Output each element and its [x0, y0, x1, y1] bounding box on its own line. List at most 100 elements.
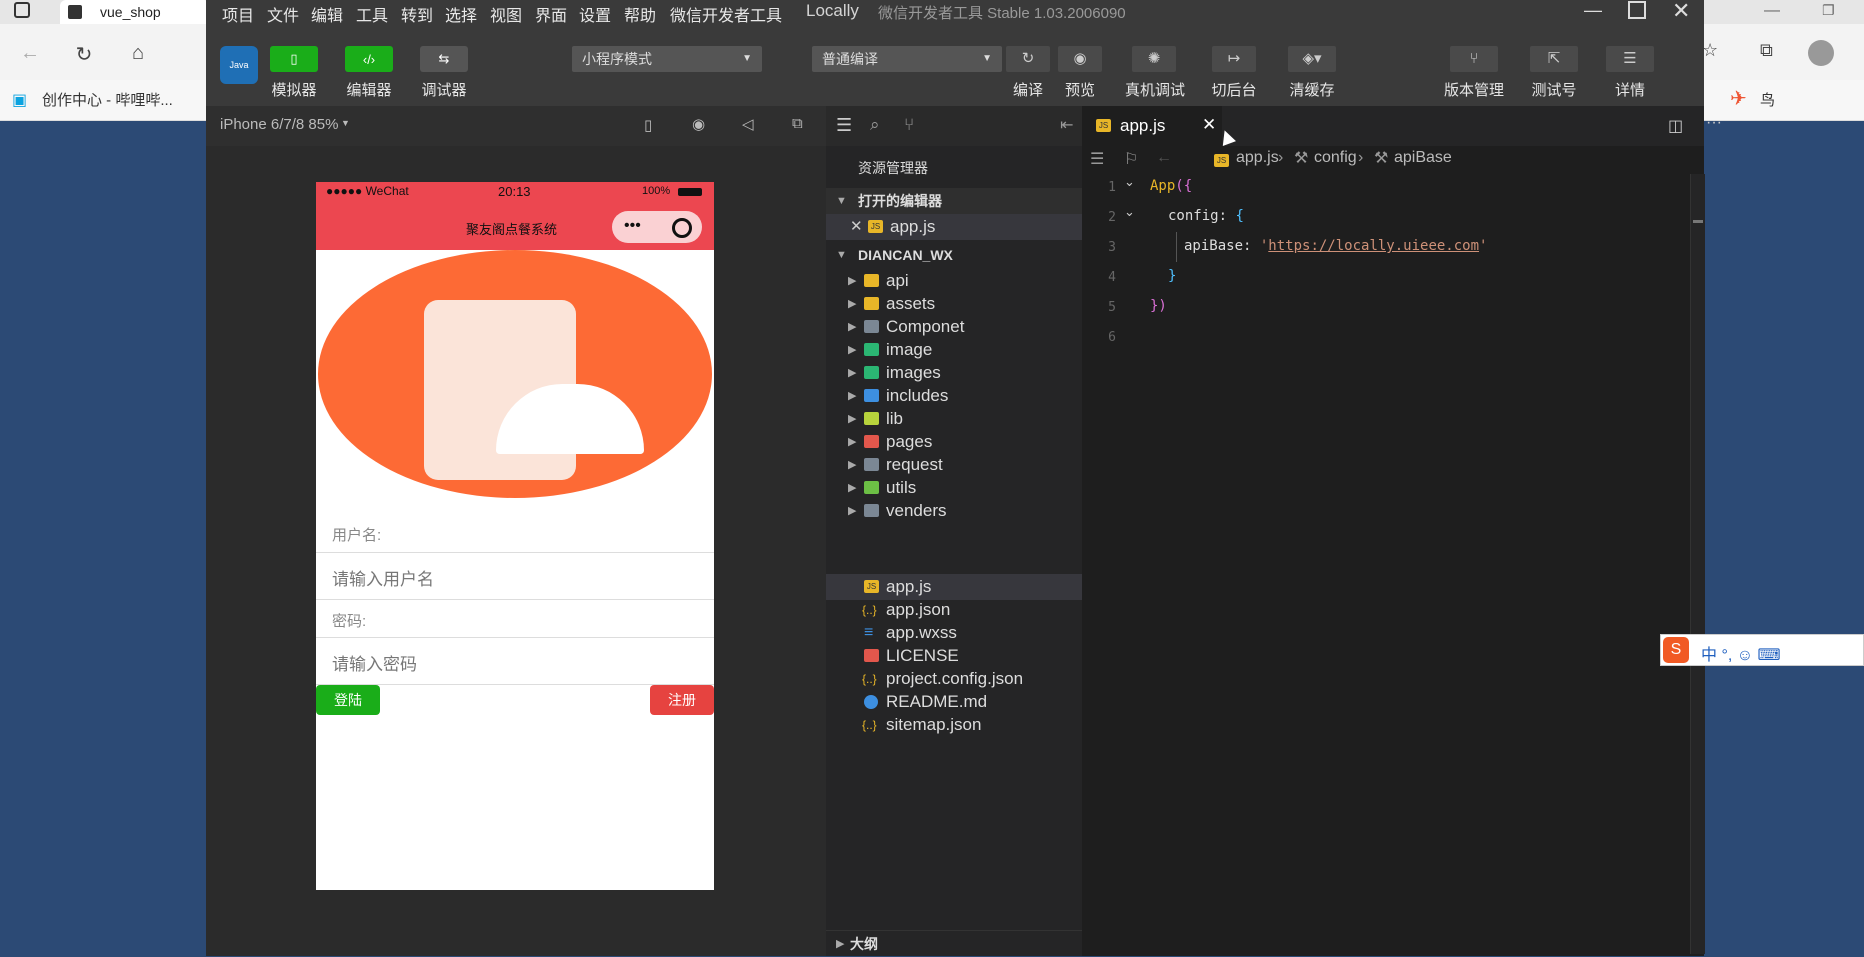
window-maximize-button[interactable]: [1628, 1, 1646, 19]
code-area[interactable]: 1 2 3 4 5 6 ⌄ ⌄ App({ config: { apiBase:…: [1082, 128, 1690, 954]
more-icon[interactable]: •••: [624, 217, 641, 235]
menu-help[interactable]: 帮助: [624, 2, 656, 26]
bookmark-tray-text[interactable]: 鸟: [1760, 89, 1775, 110]
reload-icon[interactable]: ↻: [70, 42, 98, 67]
nav-back-icon[interactable]: ←: [1156, 149, 1172, 167]
window-minimize-button[interactable]: —: [1584, 0, 1602, 21]
tab-close-icon[interactable]: ✕: [1202, 115, 1216, 135]
menu-edit[interactable]: 编辑: [311, 2, 343, 26]
caret-down-icon: ▼: [836, 195, 847, 207]
device-select[interactable]: iPhone 6/7/8 85%: [220, 116, 338, 133]
phone-icon[interactable]: ▯: [644, 116, 652, 134]
debugger-toggle-button[interactable]: ⇆: [420, 46, 468, 72]
menu-goto[interactable]: 转到: [401, 2, 433, 26]
breadcrumb-apibase[interactable]: apiBase: [1394, 149, 1452, 167]
line-number: 2: [1108, 210, 1116, 225]
battery-icon: [678, 188, 702, 196]
scrollbar-thumb[interactable]: [1693, 220, 1703, 223]
editor-tab[interactable]: JS app.js ✕: [1082, 106, 1222, 146]
explorer-toolbar: ☰ ⌕ ⑂ ⇤: [826, 106, 1082, 146]
favorites-icon[interactable]: ☆: [1702, 40, 1718, 61]
window-close-button[interactable]: ✕: [1672, 0, 1690, 24]
ime-status[interactable]: 中 °, ☺ ⌨: [1701, 641, 1781, 665]
bookmark-icon[interactable]: ⚐: [1124, 149, 1138, 169]
sound-icon[interactable]: ◁: [742, 115, 754, 133]
capsule-menu[interactable]: •••: [612, 211, 702, 243]
record-icon[interactable]: ◉: [692, 115, 705, 133]
info-file-icon: [864, 695, 878, 709]
open-editor-item[interactable]: ✕ JS app.js: [826, 214, 1082, 240]
clear-cache-icon[interactable]: ◈▾: [1288, 46, 1336, 72]
collections-icon[interactable]: ⧉: [1760, 40, 1773, 61]
folder-icon: [864, 297, 879, 310]
password-input[interactable]: 请输入密码: [316, 637, 714, 685]
browser-tab[interactable]: vue_shop: [60, 0, 210, 24]
popout-icon[interactable]: ⧉: [792, 115, 803, 132]
caret-right-icon: ▶: [836, 938, 845, 950]
menu-view[interactable]: 视图: [490, 2, 522, 26]
sogou-icon[interactable]: S: [1663, 637, 1689, 663]
browser-restore-button[interactable]: ❐: [1822, 2, 1835, 19]
remote-debug-icon[interactable]: ✺: [1132, 46, 1176, 72]
register-button[interactable]: 注册: [650, 685, 714, 715]
search-icon[interactable]: ⌕: [870, 115, 880, 135]
back-icon[interactable]: ←: [16, 42, 44, 65]
version-mgmt-icon[interactable]: ⑂: [1450, 46, 1498, 72]
editor-scrollbar[interactable]: [1690, 174, 1705, 954]
menu-file[interactable]: 文件: [267, 2, 299, 26]
line-number: 4: [1108, 270, 1116, 285]
username-input[interactable]: 请输入用户名: [316, 552, 714, 600]
browser-minimize-button[interactable]: —: [1764, 2, 1780, 20]
open-editors-title: 打开的编辑器: [858, 193, 942, 209]
menu-project[interactable]: 项目: [222, 2, 254, 26]
compile-icon[interactable]: ↻: [1006, 46, 1050, 72]
fold-icon[interactable]: ⌄: [1124, 174, 1135, 190]
collapse-panel-icon[interactable]: ⇤: [1060, 115, 1073, 135]
code-token-url[interactable]: https://locally.uieee.com: [1268, 238, 1479, 254]
test-account-icon[interactable]: ⇱: [1530, 46, 1578, 72]
simulator-toggle-button[interactable]: ▯: [270, 46, 318, 72]
capsule-close-icon[interactable]: [672, 218, 692, 238]
menu-select[interactable]: 选择: [445, 2, 477, 26]
compile-mode-select[interactable]: 普通编译 ▼: [812, 46, 1002, 72]
background-label: 切后台: [1211, 82, 1257, 99]
breadcrumb-file[interactable]: app.js: [1236, 149, 1279, 167]
profile-avatar[interactable]: [1808, 40, 1834, 66]
code-token-quote: ': [1479, 238, 1488, 254]
preview-icon[interactable]: ◉: [1058, 46, 1102, 72]
fold-icon[interactable]: ⌄: [1124, 204, 1135, 220]
project-avatar[interactable]: Java: [220, 46, 258, 84]
close-icon[interactable]: ✕: [850, 214, 863, 240]
project-section[interactable]: ▼ DIANCAN_WX: [826, 242, 1082, 268]
details-icon[interactable]: ☰: [1606, 46, 1654, 72]
background-icon[interactable]: ↦: [1212, 46, 1256, 72]
phone-header: ●●●●● WeChat 20:13 100% 聚友阁点餐系统 •••: [316, 182, 714, 250]
menu-interface[interactable]: 界面: [535, 2, 567, 26]
status-time: 20:13: [498, 184, 531, 199]
mode-select[interactable]: 小程序模式 ▼: [572, 46, 762, 72]
home-icon[interactable]: ⌂: [124, 42, 152, 65]
device-dropdown-icon[interactable]: ▼: [341, 118, 350, 128]
file-item[interactable]: {..} sitemap.json: [826, 712, 1082, 738]
split-editor-icon[interactable]: ◫: [1668, 116, 1683, 136]
editor-toggle-button[interactable]: ‹/›: [345, 46, 393, 72]
outline-section[interactable]: ▶ 大纲: [826, 930, 1082, 957]
menu-devtools[interactable]: 微信开发者工具: [670, 2, 782, 26]
source-control-icon[interactable]: ⑂: [904, 115, 914, 135]
project-title: DIANCAN_WX: [858, 247, 953, 263]
bookmark-item[interactable]: 创作中心 - 哔哩哔...: [42, 89, 173, 110]
folder-item[interactable]: ▶ venders: [826, 498, 1082, 524]
login-button[interactable]: 登陆: [316, 685, 380, 715]
menu-tools[interactable]: 工具: [356, 2, 388, 26]
more-actions-icon[interactable]: ···: [1706, 114, 1722, 132]
menu-settings[interactable]: 设置: [579, 2, 611, 26]
list-icon[interactable]: ☰: [836, 115, 852, 136]
tab-favicon-icon: [68, 5, 82, 19]
outline-list-icon[interactable]: ☰: [1090, 149, 1104, 169]
bilibili-icon: ▣: [12, 92, 28, 109]
browser-sidebar-icon[interactable]: [14, 2, 30, 18]
breadcrumb-config[interactable]: config: [1314, 149, 1357, 167]
login-button-label: 登陆: [334, 692, 362, 708]
open-editors-section[interactable]: ▼ 打开的编辑器: [826, 188, 1082, 214]
folder-icon: [864, 274, 879, 287]
